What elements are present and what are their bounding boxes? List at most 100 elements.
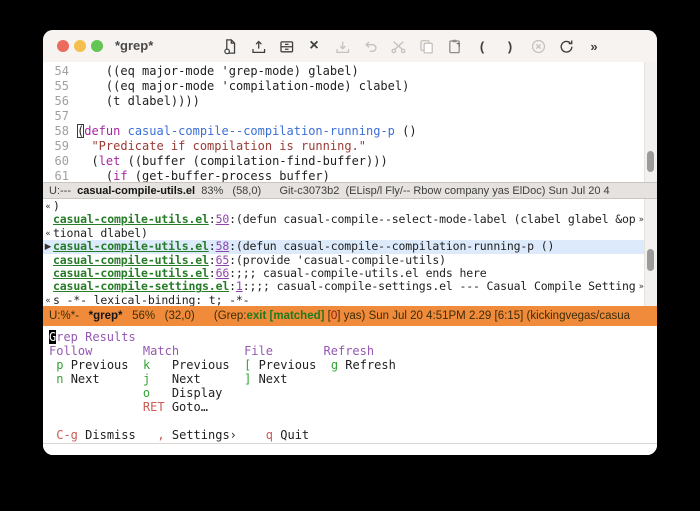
grep-line-link[interactable]: 65 — [216, 253, 230, 267]
text-segment — [49, 386, 143, 400]
undo-icon — [361, 37, 379, 55]
text-segment: U:--- — [49, 185, 71, 197]
grep-line-link[interactable]: 58 — [216, 239, 230, 253]
code-line: 58 (defun casual-compile--compilation-run… — [43, 124, 657, 139]
text-segment — [120, 124, 127, 138]
echo-area[interactable] — [43, 443, 657, 455]
text-segment: Display — [150, 386, 223, 400]
transient-menu-line: C-g Dismiss , Settings› q Quit — [43, 428, 657, 442]
grep-line-link[interactable]: 1 — [236, 279, 243, 293]
grep-result-line: «) — [43, 199, 657, 213]
text-segment: g — [330, 358, 339, 372]
current-match-arrow-icon: ▶ — [44, 242, 52, 253]
text-segment: ((buffer (compilation-find-buffer))) — [120, 154, 388, 168]
transient-menu-line — [43, 414, 657, 428]
code-line: 56 (t dlabel)))) — [43, 94, 657, 109]
grep-file-link[interactable]: casual-compile-utils.el — [53, 266, 209, 280]
code-line: 55 ((eq major-mode 'compilation-mode) cl… — [43, 79, 657, 94]
transient-menu-line: Follow Match File Refresh — [43, 344, 657, 358]
overflow-icon[interactable]: » — [585, 37, 603, 55]
grep-file-link[interactable]: casual-compile-utils.el — [53, 253, 209, 267]
text-segment: exit [matched] — [246, 310, 325, 322]
text-segment: : — [208, 252, 216, 267]
grep-result-line: ▶ casual-compile-utils.el:58:(defun casua… — [43, 239, 657, 254]
paren-close-icon[interactable]: ) — [501, 37, 519, 55]
grep-result-line: casual-compile-settings.el:1:;;; casual-… — [43, 280, 657, 293]
text-segment: (get-buffer-process buffer) — [127, 169, 330, 183]
text-segment — [79, 310, 89, 322]
grep-file-link[interactable]: casual-compile-utils.el — [53, 212, 209, 226]
code-line: 54 ((eq major-mode 'grep-mode) glabel) — [43, 64, 657, 79]
text-segment: Previous — [63, 358, 143, 372]
wrap-indicator-icon: « — [45, 228, 51, 239]
traffic-light-minimize[interactable] — [74, 40, 86, 52]
new-file-icon[interactable] — [221, 37, 239, 55]
text-segment: 56% (32,0) (Grep: — [122, 310, 247, 322]
transient-menu-line: o Display — [43, 386, 657, 400]
text-segment: Refresh — [338, 358, 396, 372]
traffic-light-zoom[interactable] — [91, 40, 103, 52]
text-segment: : — [229, 239, 236, 254]
code-pane-scrollbar[interactable] — [644, 62, 657, 182]
grep-line-link[interactable]: 66 — [216, 266, 230, 280]
emacs-window: *grep* × () » 54 ((eq major-mode 'grep-… — [43, 30, 657, 455]
save-icon[interactable] — [277, 37, 295, 55]
line-number: 57 — [54, 109, 69, 123]
text-segment: Next — [63, 372, 143, 386]
text-segment: (t dlabel)))) — [77, 94, 200, 108]
transient-menu-line: Grep Results — [43, 330, 657, 344]
refresh-icon[interactable] — [557, 37, 575, 55]
grep-pane-scrollbar[interactable] — [644, 199, 657, 306]
code-line: 59 "Predicate if compilation is running.… — [43, 139, 657, 154]
window-title: *grep* — [115, 38, 154, 53]
text-segment: ((eq major-mode 'grep-mode) glabel) — [77, 64, 359, 78]
code-line: 57 — [43, 109, 657, 124]
text-segment: : — [229, 279, 236, 294]
import-icon — [333, 37, 351, 55]
text-segment — [77, 139, 91, 153]
text-segment: (defun casual-compile--compilation-runni… — [235, 239, 555, 254]
titlebar: *grep* × () » — [43, 30, 657, 63]
traffic-light-close[interactable] — [57, 40, 69, 52]
text-segment: : — [208, 212, 216, 227]
grep-result-line: casual-compile-utils.el:50:(defun casual… — [43, 213, 657, 226]
text-segment: () — [394, 124, 417, 138]
close-buffer-icon[interactable]: × — [305, 37, 323, 55]
text-segment: : — [208, 239, 216, 254]
text-segment: if — [113, 169, 128, 183]
open-icon[interactable] — [249, 37, 267, 55]
text-segment: ( — [77, 154, 99, 168]
paren-open-icon[interactable]: ( — [473, 37, 491, 55]
text-segment: : — [229, 252, 236, 267]
grep-file-link[interactable]: casual-compile-settings.el — [53, 279, 229, 293]
text-segment: Quit — [273, 428, 310, 442]
grep-result-line: casual-compile-utils.el:66:;;; casual-co… — [43, 266, 657, 280]
wrap-indicator-icon: « — [45, 202, 51, 212]
code-buffer-pane[interactable]: 54 ((eq major-mode 'grep-mode) glabel) 55… — [43, 62, 657, 184]
grep-buffer-pane[interactable]: «) casual-compile-utils.el:50:(defun casu… — [43, 199, 657, 307]
modeline-active: U:%*- *grep* 56% (32,0) (Grep:exit [matc… — [43, 306, 657, 326]
desktop: { "window": { "title": "*grep*" }, "tool… — [0, 0, 700, 511]
paste-icon — [445, 37, 463, 55]
transient-menu-line: RET Goto… — [43, 400, 657, 414]
grep-result-line: casual-compile-utils.el:65:(provide 'cas… — [43, 252, 657, 267]
text-segment: (provide 'casual-compile-utils) — [235, 252, 446, 267]
text-segment: rep Results — [56, 330, 136, 344]
text-segment: ;;; casual-compile-settings.el --- Casua… — [249, 279, 636, 294]
text-segment: Next — [150, 372, 245, 386]
scrollbar-thumb[interactable] — [647, 151, 654, 172]
cancel-icon — [529, 37, 547, 55]
scrollbar-thumb[interactable] — [647, 249, 654, 271]
text-segment: s -*- lexical-binding: t; -*- — [53, 292, 250, 307]
transient-menu-pane: Grep Results Follow Match File Refresh p … — [43, 326, 657, 447]
line-number: 55 — [54, 79, 69, 93]
text-segment: RET — [142, 400, 165, 414]
text-segment: , — [157, 428, 165, 442]
text-segment: Goto… — [164, 400, 208, 414]
text-segment: defun — [84, 124, 121, 138]
text-segment: ( — [77, 169, 114, 183]
grep-line-link[interactable]: 50 — [216, 212, 230, 226]
modeline-inactive: U:--- casual-compile-utils.el 83% (58,0)… — [43, 182, 657, 199]
text-segment: Dismiss — [77, 428, 158, 442]
grep-file-link[interactable]: casual-compile-utils.el — [53, 239, 209, 253]
